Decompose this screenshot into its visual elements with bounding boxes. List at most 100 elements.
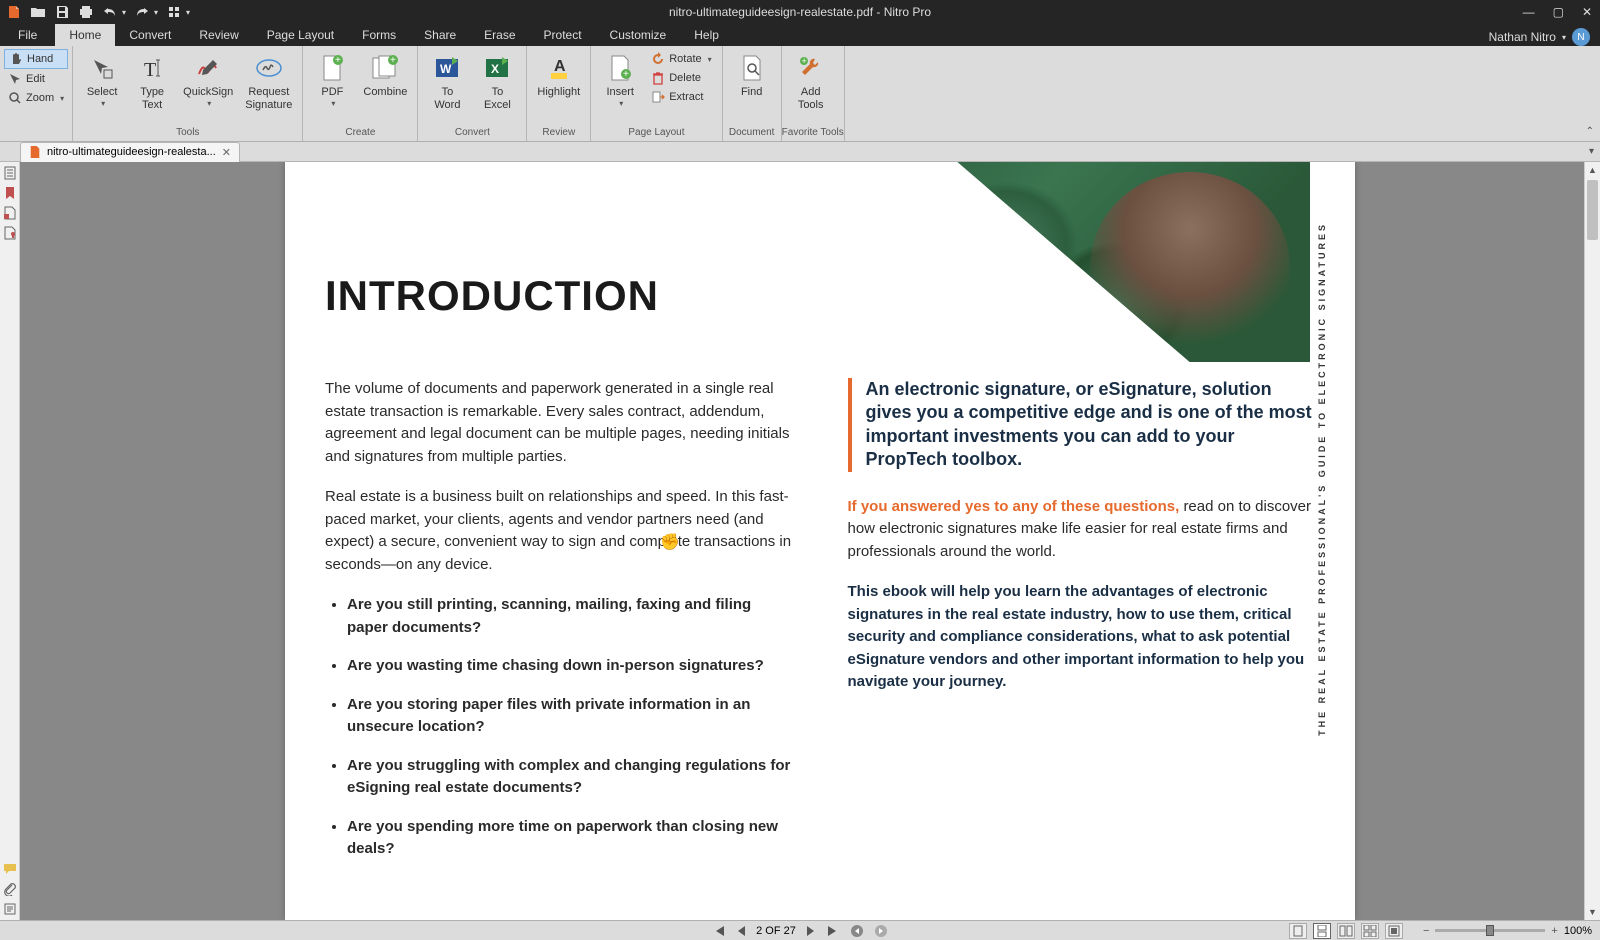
insert-button[interactable]: +Insert bbox=[595, 48, 645, 112]
document-viewport[interactable]: THE REAL ESTATE PROFESSIONAL'S GUIDE TO … bbox=[20, 162, 1600, 920]
qat-customize-dropdown[interactable]: ▾ bbox=[186, 8, 190, 17]
pdf-button[interactable]: +PDF bbox=[307, 48, 357, 112]
first-page-icon[interactable] bbox=[712, 925, 726, 937]
review-group-label: Review bbox=[527, 125, 590, 141]
tabbar-dropdown[interactable]: ▾ bbox=[1589, 146, 1594, 157]
app-icon bbox=[6, 4, 22, 20]
delete-button[interactable]: Delete bbox=[647, 69, 715, 87]
page-counter[interactable]: 2 OF 27 bbox=[756, 925, 796, 937]
tab-protect[interactable]: Protect bbox=[530, 24, 596, 46]
status-bar: 2 OF 27 − + 100% bbox=[0, 920, 1600, 940]
user-avatar[interactable]: N bbox=[1572, 28, 1590, 46]
scroll-thumb[interactable] bbox=[1587, 180, 1598, 240]
undo-icon[interactable] bbox=[102, 4, 118, 20]
scroll-up-icon[interactable]: ▲ bbox=[1585, 162, 1600, 178]
pdf-page: THE REAL ESTATE PROFESSIONAL'S GUIDE TO … bbox=[285, 162, 1355, 920]
save-icon[interactable] bbox=[54, 4, 70, 20]
combine-button[interactable]: +Combine bbox=[357, 48, 413, 103]
zoom-tool[interactable]: Zoom bbox=[4, 89, 68, 107]
edit-tool[interactable]: Edit bbox=[4, 70, 68, 88]
collapse-ribbon-icon[interactable]: ⌃ bbox=[1586, 126, 1594, 137]
tab-convert[interactable]: Convert bbox=[115, 24, 185, 46]
tab-help[interactable]: Help bbox=[680, 24, 733, 46]
zoom-slider[interactable] bbox=[1435, 929, 1545, 932]
para-2: Real estate is a business built on relat… bbox=[325, 486, 793, 576]
document-tab[interactable]: nitro-ultimateguideesign-realesta... ✕ bbox=[20, 142, 240, 162]
svg-text:A: A bbox=[554, 58, 566, 75]
close-button[interactable]: ✕ bbox=[1582, 5, 1592, 19]
tab-customize[interactable]: Customize bbox=[596, 24, 681, 46]
next-view-icon[interactable] bbox=[874, 924, 888, 938]
document-group-label: Document bbox=[723, 125, 781, 141]
scroll-down-icon[interactable]: ▼ bbox=[1585, 904, 1600, 920]
title-bar: ▾ ▾ ▾ nitro-ultimateguideesign-realestat… bbox=[0, 0, 1600, 24]
para-1: The volume of documents and paperwork ge… bbox=[325, 378, 793, 468]
output-panel-icon[interactable] bbox=[3, 902, 17, 916]
tab-share[interactable]: Share bbox=[410, 24, 470, 46]
last-page-icon[interactable] bbox=[826, 925, 840, 937]
pages-panel-icon[interactable] bbox=[3, 166, 17, 180]
type-text-button[interactable]: TType Text bbox=[127, 48, 177, 116]
tab-forms[interactable]: Forms bbox=[348, 24, 410, 46]
layers-panel-icon[interactable] bbox=[3, 206, 17, 220]
to-word-button[interactable]: WTo Word bbox=[422, 48, 472, 116]
vertical-scrollbar[interactable]: ▲ ▼ bbox=[1584, 162, 1600, 920]
open-icon[interactable] bbox=[30, 4, 46, 20]
hand-tool[interactable]: Hand bbox=[4, 49, 68, 69]
attachments-panel-icon[interactable] bbox=[3, 882, 17, 896]
tab-erase[interactable]: Erase bbox=[470, 24, 529, 46]
left-sidebar bbox=[0, 162, 20, 920]
highlight-button[interactable]: AHighlight bbox=[531, 48, 586, 103]
next-page-icon[interactable] bbox=[806, 925, 816, 937]
view-fullscreen-button[interactable] bbox=[1385, 923, 1403, 939]
svg-text:+: + bbox=[335, 55, 341, 66]
extract-button[interactable]: Extract bbox=[647, 88, 715, 106]
bookmarks-panel-icon[interactable] bbox=[3, 186, 17, 200]
bullet-5: Are you spending more time on paperwork … bbox=[347, 816, 793, 861]
zoom-percent[interactable]: 100% bbox=[1564, 925, 1592, 937]
user-dropdown[interactable]: ▾ bbox=[1562, 33, 1566, 42]
undo-dropdown[interactable]: ▾ bbox=[122, 8, 126, 17]
zoom-out-button[interactable]: − bbox=[1423, 925, 1429, 937]
convert-group-label: Convert bbox=[418, 125, 526, 141]
tab-review[interactable]: Review bbox=[185, 24, 252, 46]
workspace: THE REAL ESTATE PROFESSIONAL'S GUIDE TO … bbox=[0, 162, 1600, 920]
bullet-3: Are you storing paper files with private… bbox=[347, 694, 793, 739]
rotate-button[interactable]: Rotate bbox=[647, 50, 715, 68]
print-icon[interactable] bbox=[78, 4, 94, 20]
user-name[interactable]: Nathan Nitro bbox=[1489, 30, 1556, 44]
tab-page-layout[interactable]: Page Layout bbox=[253, 24, 348, 46]
comments-panel-icon[interactable] bbox=[3, 862, 17, 876]
maximize-button[interactable]: ▢ bbox=[1553, 5, 1564, 19]
request-signature-button[interactable]: Request Signature bbox=[239, 48, 298, 116]
create-group-label: Create bbox=[303, 125, 417, 141]
ribbon-tabs: File Home Convert Review Page Layout For… bbox=[0, 24, 1600, 46]
orange-lead: If you answered yes to any of these ques… bbox=[848, 498, 1180, 515]
para-3: If you answered yes to any of these ques… bbox=[848, 496, 1316, 564]
prev-page-icon[interactable] bbox=[736, 925, 746, 937]
to-excel-button[interactable]: XTo Excel bbox=[472, 48, 522, 116]
qat-customize-icon[interactable] bbox=[166, 4, 182, 20]
prev-view-icon[interactable] bbox=[850, 924, 864, 938]
document-tab-label: nitro-ultimateguideesign-realesta... bbox=[47, 146, 216, 158]
right-column: An electronic signature, or eSignature, … bbox=[848, 378, 1316, 877]
redo-dropdown[interactable]: ▾ bbox=[154, 8, 158, 17]
file-tab[interactable]: File bbox=[0, 24, 55, 46]
close-tab-icon[interactable]: ✕ bbox=[222, 146, 231, 159]
zoom-in-button[interactable]: + bbox=[1551, 925, 1557, 937]
select-button[interactable]: Select bbox=[77, 48, 127, 112]
svg-text:+: + bbox=[623, 69, 629, 80]
redo-icon[interactable] bbox=[134, 4, 150, 20]
pull-quote: An electronic signature, or eSignature, … bbox=[848, 378, 1316, 472]
view-continuous-button[interactable] bbox=[1313, 923, 1331, 939]
find-button[interactable]: Find bbox=[727, 48, 777, 103]
minimize-button[interactable]: ― bbox=[1523, 5, 1535, 19]
view-facing-button[interactable] bbox=[1337, 923, 1355, 939]
tab-home[interactable]: Home bbox=[55, 24, 115, 46]
signatures-panel-icon[interactable] bbox=[3, 226, 17, 240]
bullet-4: Are you struggling with complex and chan… bbox=[347, 755, 793, 800]
quicksign-button[interactable]: QuickSign bbox=[177, 48, 239, 112]
add-tools-button[interactable]: +Add Tools bbox=[786, 48, 836, 116]
view-facing-continuous-button[interactable] bbox=[1361, 923, 1379, 939]
view-single-button[interactable] bbox=[1289, 923, 1307, 939]
